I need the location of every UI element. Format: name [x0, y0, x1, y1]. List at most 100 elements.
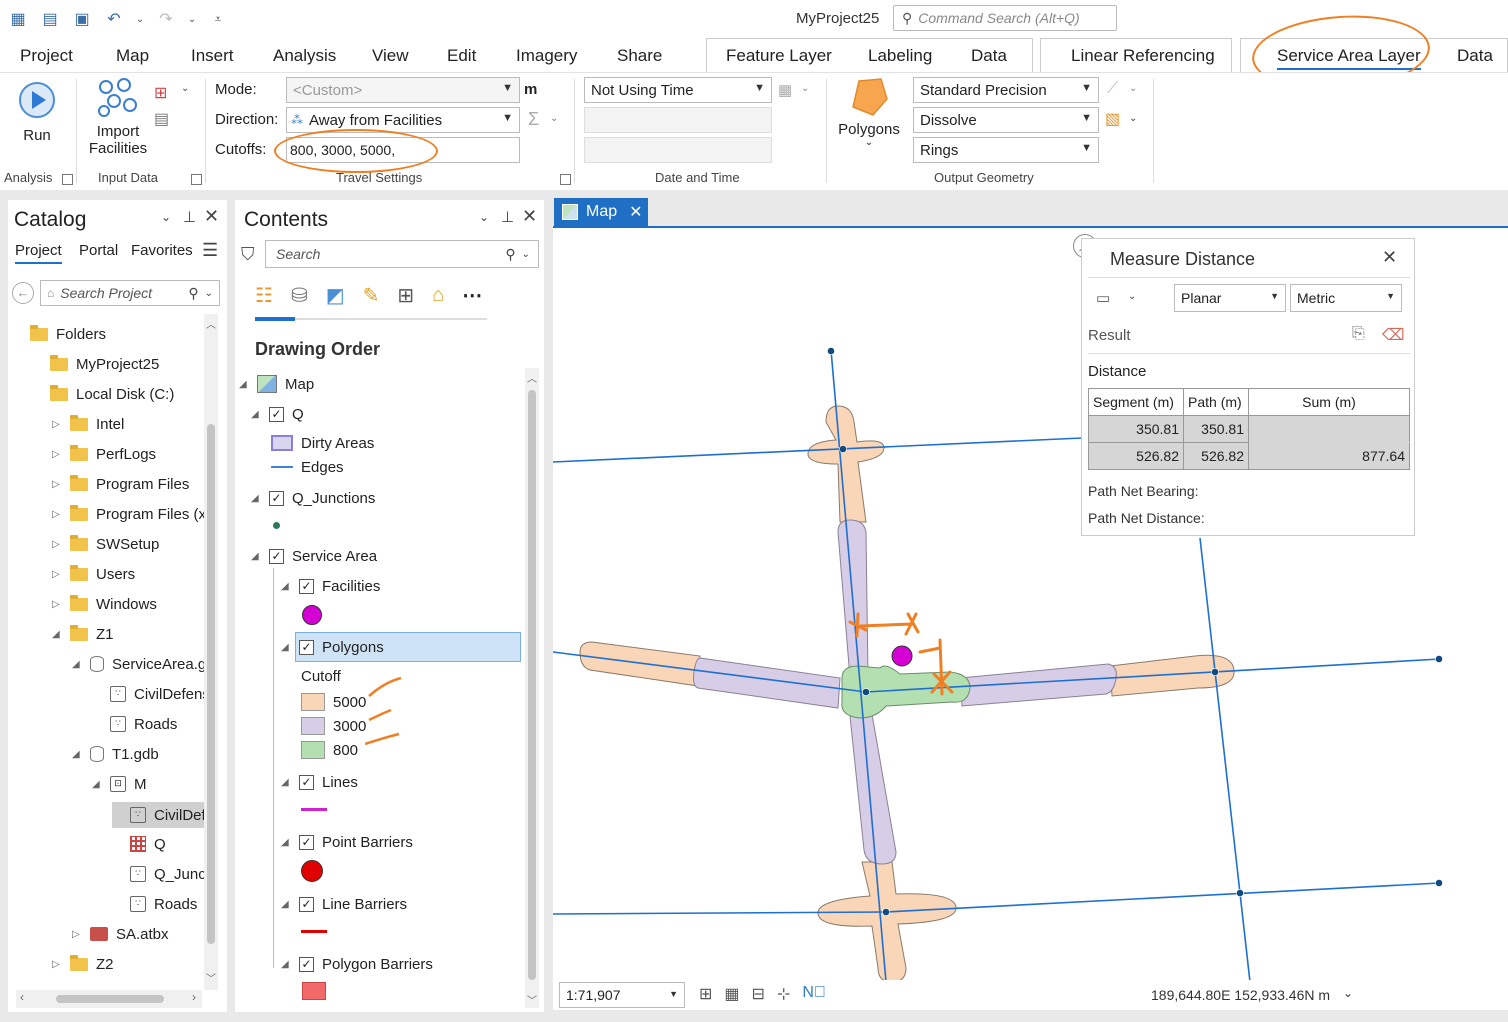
catalog-item[interactable]: ◢ Z1 [52, 622, 114, 646]
dissolve-dropdown[interactable]: Dissolve ▼ [913, 107, 1099, 133]
fixed-zoom-icon[interactable]: ⊞ [699, 984, 712, 1004]
list-by-editing-icon[interactable]: ✎ [363, 283, 380, 308]
add-locations-icon[interactable]: ⊞ [154, 83, 167, 103]
measure-type-dropdown-icon[interactable]: ⌄ [1128, 291, 1136, 302]
catalog-item[interactable]: ∵ Roads [92, 712, 177, 736]
calendar-dropdown-icon[interactable]: ⌄ [801, 83, 809, 94]
input-data-launcher-icon[interactable] [191, 174, 202, 185]
chevron-down-icon[interactable]: ⌄ [205, 288, 213, 299]
tab-share[interactable]: Share [617, 46, 662, 66]
import-facilities-button[interactable]: Import Facilities [84, 77, 152, 157]
catalog-scrollbar[interactable]: ︿ ﹀ [204, 314, 218, 990]
expand-icon[interactable]: ◢ [251, 409, 261, 420]
expand-icon[interactable]: ◢ [251, 551, 261, 562]
list-by-labeling-icon[interactable]: ⌂ [432, 284, 444, 307]
tree-layer-polygons[interactable]: ◢ ✓ Polygons [281, 635, 384, 659]
tab-project[interactable]: Project [20, 46, 73, 66]
map-view-tab[interactable]: Map ✕ [554, 198, 648, 226]
pin-icon[interactable]: ⊥ [501, 208, 514, 226]
close-icon[interactable]: ✕ [1382, 247, 1397, 268]
tree-layer-service-area[interactable]: ◢ ✓ Service Area [251, 544, 377, 568]
catalog-item[interactable]: ▷ SWSetup [52, 532, 159, 556]
chevron-down-icon[interactable]: ⌄ [522, 249, 530, 260]
catalog-tab-favorites[interactable]: Favorites [131, 242, 193, 259]
facility-point[interactable] [891, 645, 913, 667]
tree-layer-lines[interactable]: ◢ ✓ Lines [281, 770, 358, 794]
line-shape-dropdown-icon[interactable]: ⌄ [1129, 83, 1137, 94]
pane-menu-icon[interactable]: ⌄ [479, 210, 489, 224]
tree-layer-q-junctions[interactable]: ◢ ✓ Q_Junctions [251, 486, 375, 510]
expand-icon[interactable]: ◢ [52, 629, 62, 640]
expand-icon[interactable]: ▷ [52, 509, 62, 520]
catalog-item[interactable]: ▷ Z2 [52, 952, 114, 976]
search-icon[interactable]: ⚲ [505, 246, 515, 263]
catalog-item[interactable]: MyProject25 [32, 352, 159, 376]
rotation-icon[interactable]: N⃕ [802, 984, 826, 1004]
expand-icon[interactable]: ◢ [251, 493, 261, 504]
catalog-item[interactable]: Local Disk (C:) [32, 382, 174, 406]
close-icon[interactable]: ✕ [522, 206, 537, 227]
line-shape-icon[interactable]: ⟋ [1107, 80, 1118, 98]
expand-icon[interactable]: ◢ [281, 899, 291, 910]
expand-icon[interactable]: ◢ [281, 777, 291, 788]
pane-menu-icon[interactable]: ⌄ [161, 210, 171, 224]
polygons-checkbox[interactable]: ✓ [299, 639, 314, 655]
tree-layer-polygon-barriers[interactable]: ◢ ✓ Polygon Barriers [281, 952, 433, 976]
facilities-checkbox[interactable]: ✓ [299, 578, 314, 594]
expand-icon[interactable]: ◢ [72, 749, 82, 760]
list-by-selection-icon[interactable]: ◩ [326, 283, 345, 308]
tree-edges[interactable]: Edges [271, 455, 344, 479]
tab-linear-referencing[interactable]: Linear Referencing [1071, 46, 1215, 66]
tab-data[interactable]: Data [971, 46, 1007, 66]
cutoff-class-800[interactable]: 800 [301, 738, 358, 762]
hscroll-thumb[interactable] [56, 995, 164, 1003]
line-barriers-checkbox[interactable]: ✓ [299, 896, 314, 912]
customize-qat-icon[interactable]: ⩡ [208, 9, 228, 29]
q-junctions-checkbox[interactable]: ✓ [269, 490, 284, 506]
scroll-thumb[interactable] [528, 390, 536, 980]
polygons-button[interactable]: Polygons ⌄ [834, 77, 904, 148]
open-project-icon[interactable]: ▤ [40, 9, 60, 29]
direction-dropdown[interactable]: ⁂ Away from Facilities ▼ [286, 107, 520, 133]
expand-icon[interactable]: ◢ [281, 837, 291, 848]
catalog-item[interactable]: ◢ T1.gdb [72, 742, 159, 766]
catalog-item[interactable]: ▷ Windows [52, 592, 157, 616]
expand-icon[interactable]: ▷ [52, 569, 62, 580]
catalog-tab-portal[interactable]: Portal [79, 242, 118, 259]
measure-mode-dropdown[interactable]: Planar ▼ [1174, 284, 1286, 312]
catalog-item[interactable]: ▷ Program Files [52, 472, 189, 496]
undo-dropdown-icon[interactable]: ⌄ [136, 9, 144, 29]
catalog-item[interactable]: ▷ SA.atbx [72, 922, 169, 946]
catalog-item[interactable]: ∵ Q_Junctio [112, 862, 204, 886]
precision-dropdown[interactable]: Standard Precision ▼ [913, 77, 1099, 103]
list-by-source-icon[interactable]: ⛁ [291, 283, 308, 308]
tab-insert[interactable]: Insert [191, 46, 234, 66]
catalog-item[interactable]: Folders [12, 322, 106, 346]
redo-dropdown-icon[interactable]: ⌄ [188, 9, 196, 29]
measure-units-dropdown[interactable]: Metric ▼ [1290, 284, 1402, 312]
lines-checkbox[interactable]: ✓ [299, 774, 314, 790]
tree-map[interactable]: ◢ Map [239, 372, 314, 396]
scale-dropdown[interactable]: 1:71,907 ▼ [559, 982, 685, 1008]
scroll-thumb[interactable] [207, 424, 215, 944]
tab-map[interactable]: Map [116, 46, 149, 66]
catalog-item[interactable]: ▷ Program Files (x86 [52, 502, 204, 526]
expand-icon[interactable]: ▷ [52, 959, 62, 970]
catalog-item[interactable]: Q [112, 832, 166, 856]
tab-analysis[interactable]: Analysis [273, 46, 336, 66]
filter-icon[interactable]: ⛉ [241, 244, 255, 265]
coordinate-icon[interactable]: ⊹ [777, 984, 790, 1004]
catalog-item[interactable]: ◢ ServiceArea.gdb [72, 652, 204, 676]
list-by-snapping-icon[interactable]: ⊞ [397, 283, 414, 308]
run-button[interactable]: Run [14, 81, 60, 144]
tab-labeling[interactable]: Labeling [868, 46, 932, 66]
tab-data-2[interactable]: Data [1457, 46, 1493, 66]
search-project-input[interactable]: ⌂ Search Project ⚲ ⌄ [40, 280, 220, 306]
expand-icon[interactable]: ▷ [52, 479, 62, 490]
edit-attributes-icon[interactable]: ▤ [154, 109, 169, 129]
expand-icon[interactable]: ▷ [52, 449, 62, 460]
tab-imagery[interactable]: Imagery [516, 46, 577, 66]
mode-dropdown[interactable]: <Custom> ▼ [286, 77, 520, 103]
tree-dirty-areas[interactable]: Dirty Areas [271, 431, 374, 455]
back-icon[interactable]: ← [12, 282, 34, 304]
